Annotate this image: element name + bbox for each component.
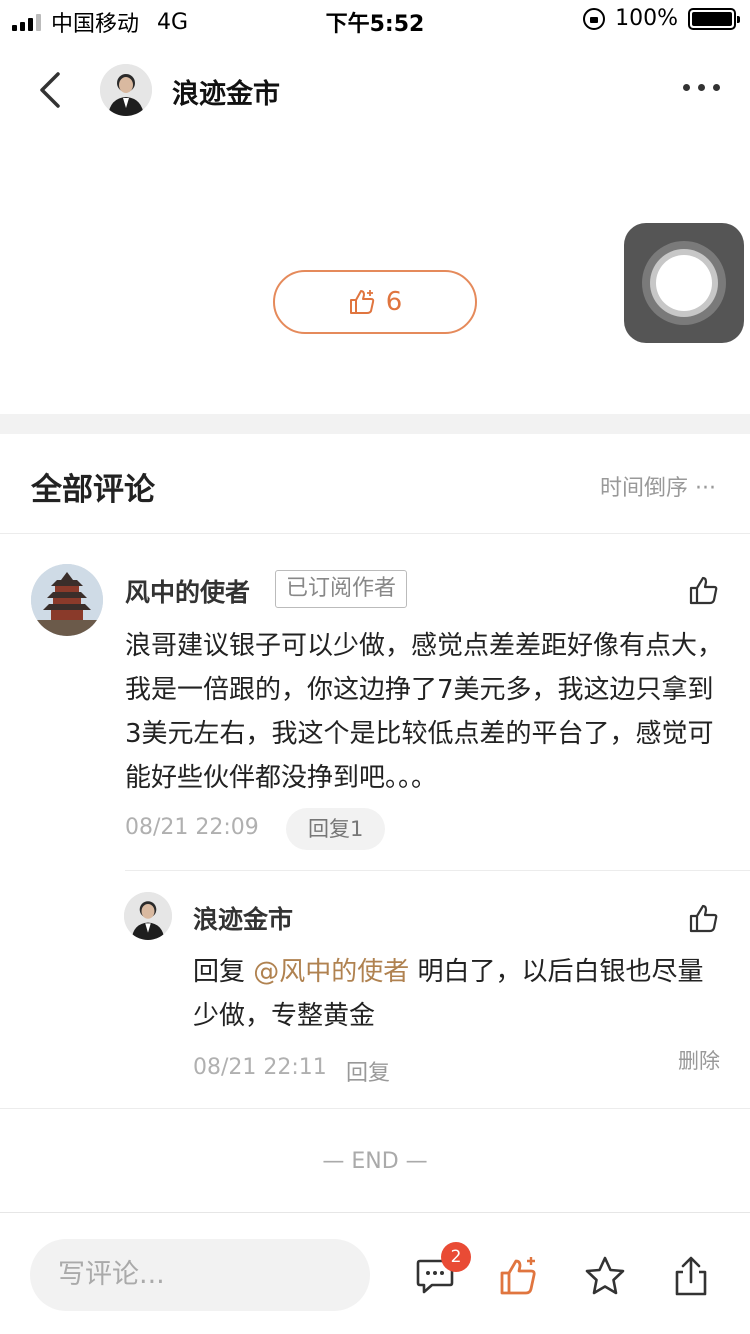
author-avatar[interactable] xyxy=(100,64,152,116)
more-icon[interactable] xyxy=(683,84,720,91)
commenter-name[interactable]: 风中的使者 xyxy=(125,573,250,609)
back-icon[interactable] xyxy=(36,70,66,110)
reply-mention[interactable]: @风中的使者 xyxy=(253,957,409,987)
pagoda-icon xyxy=(31,564,103,636)
share-icon[interactable] xyxy=(670,1255,712,1297)
person-icon xyxy=(124,892,172,940)
reply-author-name[interactable]: 浪迹金市 xyxy=(193,900,293,936)
assistive-touch-button[interactable] xyxy=(624,223,744,343)
reply-reply-link[interactable]: 回复 xyxy=(346,1055,390,1087)
subscriber-badge: 已订阅作者 xyxy=(275,570,408,608)
like-icon[interactable] xyxy=(498,1255,540,1297)
comment-date: 08/21 22:09 xyxy=(125,815,259,840)
favorite-star-icon[interactable] xyxy=(584,1255,626,1297)
battery-icon xyxy=(688,7,740,30)
comments-header: 全部评论 时间倒序 ··· xyxy=(0,434,750,534)
reply-like-icon[interactable] xyxy=(688,902,720,934)
battery-label: 100% xyxy=(615,6,678,31)
reply-date: 08/21 22:11 xyxy=(193,1055,327,1080)
reply-author-avatar[interactable] xyxy=(124,892,172,940)
end-label: — END — xyxy=(322,1149,428,1174)
reply-divider xyxy=(125,870,750,871)
nav-title[interactable]: 浪迹金市 xyxy=(172,72,280,111)
bottom-bar: 写评论... 2 xyxy=(0,1212,750,1334)
comment-text: 浪哥建议银子可以少做，感觉点差差距好像有点大，我是一倍跟的，你这边挣了7美元多，… xyxy=(125,631,724,793)
comments-title: 全部评论 xyxy=(31,472,155,508)
comment-like-icon[interactable] xyxy=(688,574,720,606)
status-bar: 中国移动 4G 下午5:52 100% xyxy=(0,0,750,40)
orientation-lock-icon xyxy=(583,7,606,30)
like-button[interactable]: 6 xyxy=(273,270,477,334)
reply-delete-link[interactable]: 删除 xyxy=(678,1045,720,1075)
end-divider xyxy=(0,1108,750,1109)
reply-prefix: 回复 xyxy=(193,957,246,987)
reply-text-block: 回复 @风中的使者 明白了，以后白银也尽量少做，专整黄金 xyxy=(193,950,728,1038)
comment-input[interactable]: 写评论... xyxy=(30,1239,370,1311)
thumbs-up-icon xyxy=(349,290,374,314)
sort-button[interactable]: 时间倒序 ··· xyxy=(600,470,716,502)
commenter-avatar[interactable] xyxy=(31,564,103,636)
person-icon xyxy=(100,64,152,116)
nav-bar: 浪迹金市 xyxy=(0,46,750,134)
comment-count-badge: 2 xyxy=(441,1242,471,1272)
comment-reply-button[interactable]: 回复1 xyxy=(286,808,386,850)
status-right: 100% xyxy=(583,6,740,31)
like-count: 6 xyxy=(385,287,403,317)
section-divider xyxy=(0,414,750,434)
